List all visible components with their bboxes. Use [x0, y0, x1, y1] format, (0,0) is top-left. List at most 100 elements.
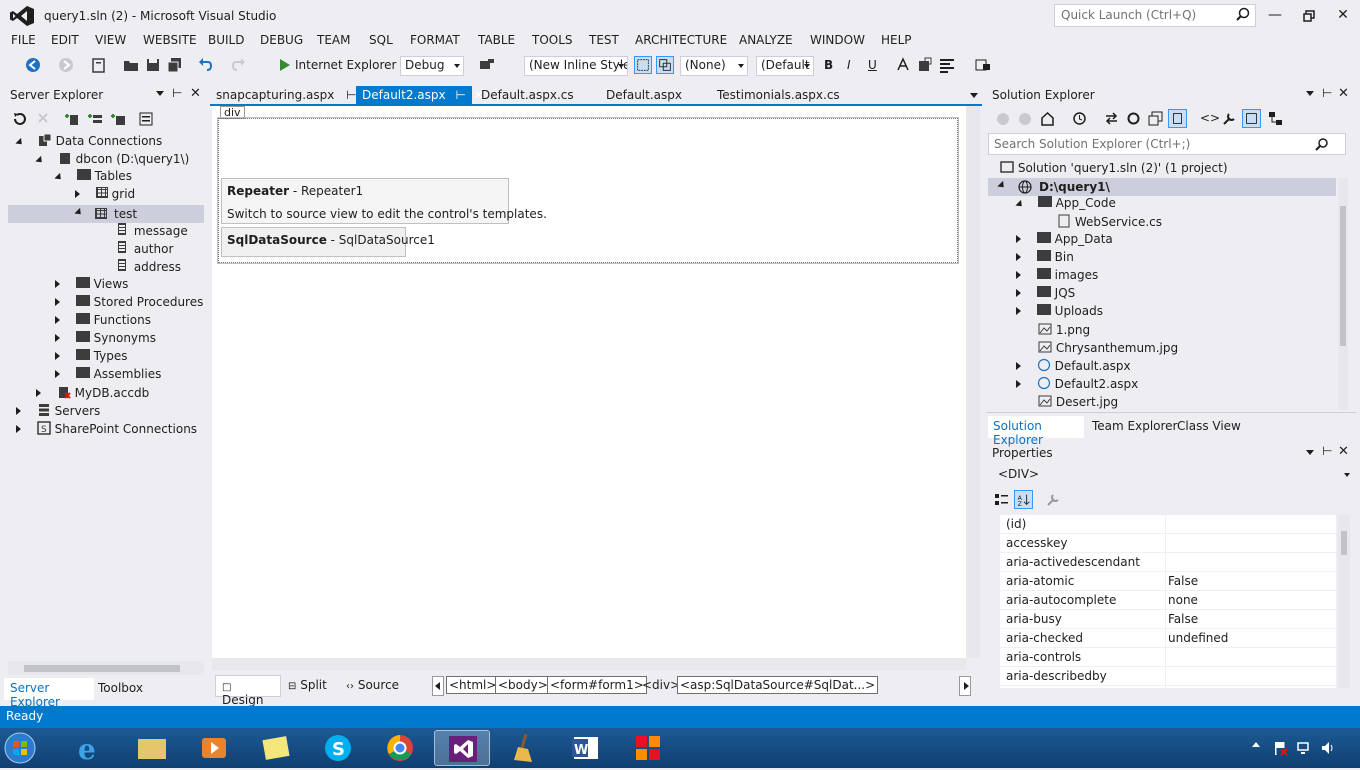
preview-selected-icon[interactable] — [1242, 109, 1261, 128]
property-value[interactable]: False — [1168, 612, 1198, 626]
run-target-label[interactable]: Internet Explorer — [295, 58, 396, 72]
design-view-tab[interactable]: □ Design — [215, 675, 281, 707]
taskbar-chrome[interactable] — [372, 730, 428, 766]
bold-button[interactable]: B — [824, 58, 833, 72]
editor-horizontal-scrollbar[interactable] — [212, 658, 966, 670]
tree-dbcon[interactable]: dbcon (D:\query1\) — [35, 151, 189, 169]
tree-grid[interactable]: grid — [75, 187, 135, 205]
tree-types[interactable]: Types — [55, 349, 127, 367]
property-row[interactable]: aria-activedescendant — [1000, 553, 1336, 572]
undo-icon[interactable] — [196, 56, 214, 74]
tree-app-data[interactable]: App_Data — [1016, 232, 1113, 250]
taskbar-word[interactable]: W — [558, 730, 614, 766]
open-file-icon[interactable] — [122, 56, 140, 74]
tab-class-view[interactable]: Class View — [1177, 419, 1241, 433]
tree-desert[interactable]: Desert.jpg — [1038, 394, 1118, 412]
tree-bin[interactable]: Bin — [1016, 250, 1074, 268]
scrollbar-thumb[interactable] — [1341, 531, 1347, 555]
property-row[interactable]: aria-busy False — [1000, 610, 1336, 629]
menu-window[interactable]: WINDOW — [810, 33, 865, 47]
taskbar-media-player[interactable] — [186, 730, 242, 766]
tab-testimonials-aspx-cs[interactable]: Testimonials.aspx.cs — [711, 86, 846, 106]
insert-control-icon[interactable] — [974, 56, 992, 74]
menu-debug[interactable]: DEBUG — [260, 33, 303, 47]
refresh-icon[interactable] — [12, 111, 28, 127]
tree-column-author[interactable]: author — [118, 241, 173, 259]
properties-wrench-icon[interactable] — [1222, 111, 1237, 126]
menu-tools[interactable]: TOOLS — [532, 33, 573, 47]
pin-icon[interactable]: ⊢ — [1322, 86, 1332, 100]
underline-button[interactable]: U — [868, 58, 877, 72]
property-row[interactable]: accesskey — [1000, 534, 1336, 553]
tree-test-selected[interactable]: test — [8, 205, 204, 223]
solution-search-input[interactable]: Search Solution Explorer (Ctrl+;) — [988, 133, 1346, 155]
italic-button[interactable]: I — [847, 58, 851, 72]
tree-project-selected[interactable]: D:\query1\ — [988, 178, 1336, 196]
close-window-button[interactable]: ✕ — [1328, 4, 1358, 28]
breadcrumb-body[interactable]: <body> — [495, 676, 551, 694]
taskbar-visual-studio[interactable] — [434, 730, 490, 766]
save-icon[interactable] — [144, 56, 162, 74]
tree-synonyms[interactable]: Synonyms — [55, 331, 156, 349]
network-icon[interactable] — [1296, 740, 1312, 756]
menu-analyze[interactable]: ANALYZE — [739, 33, 793, 47]
forward-icon[interactable] — [57, 56, 75, 74]
class-diagram-icon[interactable] — [1268, 111, 1283, 126]
property-pages-icon[interactable] — [1046, 492, 1061, 507]
tree-images[interactable]: images — [1016, 268, 1098, 286]
tree-tables[interactable]: Tables — [54, 169, 132, 187]
minimize-button[interactable]: — — [1260, 4, 1290, 28]
tree-sharepoint[interactable]: S SharePoint Connections — [16, 421, 197, 439]
back-icon[interactable] — [24, 56, 42, 74]
taskbar-ie[interactable]: e — [62, 730, 118, 766]
menu-sql[interactable]: SQL — [369, 33, 393, 47]
restore-button[interactable] — [1294, 4, 1324, 28]
taskbar-app[interactable] — [620, 730, 676, 766]
align-left-icon[interactable] — [938, 56, 956, 74]
menu-file[interactable]: FILE — [11, 33, 36, 47]
breadcrumb-scroll-left[interactable] — [432, 676, 444, 696]
tree-1-png[interactable]: 1.png — [1038, 322, 1090, 340]
start-button[interactable] — [2, 730, 50, 766]
property-value[interactable]: False — [1168, 574, 1198, 588]
history-icon[interactable] — [1072, 111, 1087, 126]
menu-website[interactable]: WEBSITE — [143, 33, 197, 47]
taskbar-ccleaner[interactable] — [496, 730, 552, 766]
repeater-control[interactable]: Repeater - Repeater1 Switch to source vi… — [221, 178, 547, 224]
tab-snapcapturing[interactable]: snapcapturing.aspx ⊢ — [210, 86, 363, 106]
connect-server-icon[interactable] — [87, 111, 103, 127]
play-icon[interactable] — [276, 56, 294, 74]
categorized-icon[interactable] — [994, 492, 1009, 507]
menu-build[interactable]: BUILD — [208, 33, 244, 47]
tree-views[interactable]: Views — [55, 277, 128, 295]
connect-database-icon[interactable] — [64, 111, 80, 127]
view-code-icon[interactable]: <> — [1200, 111, 1220, 125]
breadcrumb-html[interactable]: <html> — [446, 676, 500, 694]
collapse-all-icon[interactable] — [1148, 111, 1163, 126]
tree-app-code[interactable]: App_Code — [1015, 196, 1116, 214]
property-row[interactable]: aria-atomic False — [1000, 572, 1336, 591]
tab-default2-aspx[interactable]: Default2.aspx ⊢ ✕ — [356, 86, 484, 106]
tree-data-connections[interactable]: Data Connections — [15, 133, 162, 151]
attach-icon[interactable] — [478, 56, 496, 74]
property-vertical-scrollbar[interactable] — [1338, 515, 1350, 688]
close-icon[interactable]: ✕ — [1338, 86, 1349, 101]
breadcrumb-sqldatasource[interactable]: <asp:SqlDataSource#SqlDat...> — [677, 676, 879, 694]
save-all-icon[interactable] — [166, 56, 184, 74]
pin-icon[interactable]: ⊢ — [172, 86, 182, 100]
source-view-tab[interactable]: ‹› Source — [346, 678, 399, 692]
show-borders-icon[interactable] — [634, 56, 652, 74]
tree-uploads[interactable]: Uploads — [1016, 304, 1103, 322]
property-row[interactable]: aria-describedby — [1000, 667, 1336, 686]
tab-solution-explorer[interactable]: Solution Explorer — [988, 416, 1084, 447]
style-combo[interactable]: (New Inline Style — [524, 56, 628, 76]
panel-menu-icon[interactable] — [1306, 450, 1314, 455]
tree-stored-procedures[interactable]: Stored Procedures — [55, 295, 203, 313]
properties-icon[interactable] — [138, 111, 154, 127]
tree-functions[interactable]: Functions — [55, 313, 151, 331]
split-view-tab[interactable]: ⊟ Split — [288, 678, 327, 692]
property-row[interactable]: aria-checked undefined — [1000, 629, 1336, 648]
tree-column-message[interactable]: message — [118, 223, 188, 241]
alphabetical-icon[interactable]: AZ — [1014, 490, 1033, 509]
tree-jqs[interactable]: JQS — [1016, 286, 1075, 304]
